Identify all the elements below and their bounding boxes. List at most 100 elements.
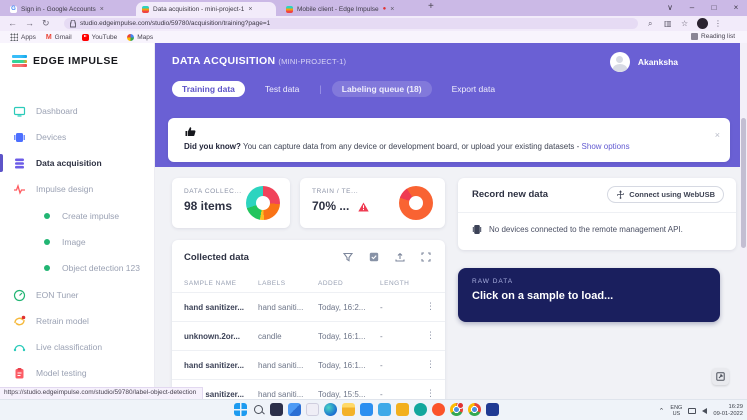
bookmark-apps[interactable]: Apps — [10, 33, 36, 41]
sidebar-item-dashboard[interactable]: Dashboard — [0, 101, 155, 121]
browser-tab-mobile-client[interactable]: Mobile client - Edge Impulse ● × — [280, 2, 420, 16]
table-row[interactable]: unknown.2or... candle Today, 16:1... - ⋮ — [172, 321, 445, 350]
refresh-icon[interactable]: ↻ — [42, 16, 50, 31]
page-title-text: DATA ACQUISITION — [172, 55, 275, 67]
window-minimize-icon[interactable]: – — [681, 0, 703, 15]
taskbar-store-icon[interactable] — [360, 403, 373, 416]
tab-close-icon[interactable]: × — [248, 6, 252, 13]
tab-labeling-queue[interactable]: Labeling queue (18) — [332, 81, 432, 97]
page-scrollbar[interactable] — [740, 43, 747, 399]
scrollbar-thumb[interactable] — [741, 118, 746, 248]
taskbar-mail-icon[interactable] — [378, 403, 391, 416]
record-new-data-title: Record new data — [472, 189, 548, 200]
language-indicator[interactable]: ENG US — [670, 405, 682, 417]
sidebar-item-impulse-design[interactable]: Impulse design — [0, 179, 155, 199]
cell-added: Today, 16:2... — [318, 303, 365, 312]
taskbar-chrome-beta-icon[interactable] — [468, 403, 481, 416]
bookmark-maps[interactable]: Maps — [127, 34, 153, 41]
taskbar-security-icon[interactable] — [396, 403, 409, 416]
sidebar-item-image[interactable]: Image — [0, 232, 155, 252]
feedback-widget-button[interactable] — [712, 368, 729, 385]
filter-icon[interactable] — [343, 252, 353, 262]
thumbs-up-icon — [184, 125, 197, 138]
show-options-link[interactable]: Show options — [582, 142, 630, 151]
taskbar-app-light-icon[interactable] — [306, 403, 319, 416]
new-tab-button[interactable]: + — [428, 1, 434, 12]
back-icon[interactable]: ← — [8, 16, 17, 31]
row-menu-icon[interactable]: ⋮ — [426, 388, 435, 399]
sidebar-item-eon-tuner[interactable]: EON Tuner — [0, 285, 155, 305]
select-checkbox-icon[interactable] — [369, 252, 379, 262]
forward-icon[interactable]: → — [25, 16, 34, 31]
user-menu[interactable]: Akanksha — [610, 52, 678, 72]
url-bar[interactable]: studio.edgeimpulse.com/studio/59780/acqu… — [64, 18, 638, 29]
device-status-text: No devices connected to the remote manag… — [489, 225, 683, 234]
window-minimize-like-chevron-icon[interactable]: ∨ — [659, 0, 681, 15]
table-row[interactable]: hand sanitizer... hand saniti... Today, … — [172, 292, 445, 321]
row-menu-icon[interactable]: ⋮ — [426, 359, 435, 370]
browser-profile-avatar[interactable] — [697, 18, 708, 29]
tab-export-data[interactable]: Export data — [442, 81, 505, 97]
taskbar-file-explorer-icon[interactable] — [342, 403, 355, 416]
sidebar-item-label: Dashboard — [36, 106, 78, 116]
warning-icon[interactable] — [358, 202, 369, 212]
apps-grid-icon — [10, 33, 18, 41]
row-menu-icon[interactable]: ⋮ — [426, 330, 435, 341]
status-bar-link: https://studio.edgeimpulse.com/studio/59… — [0, 387, 203, 399]
sidebar-item-live-classification[interactable]: Live classification — [0, 337, 155, 357]
sidebar-item-model-testing[interactable]: Model testing — [0, 363, 155, 383]
browser-tab-data-acquisition[interactable]: Data acquisition - mini-project-1 × — [136, 2, 276, 16]
window-close-icon[interactable]: × — [725, 0, 747, 15]
dashboard-icon — [13, 105, 26, 118]
sidebar-item-object-detection[interactable]: Object detection 123 — [0, 258, 155, 278]
connect-webusb-button[interactable]: Connect using WebUSB — [607, 186, 724, 203]
sidebar-item-retrain-model[interactable]: Retrain model — [0, 311, 155, 331]
tab-test-data[interactable]: Test data — [255, 81, 310, 97]
bookmark-youtube[interactable]: YouTube — [82, 34, 118, 41]
taskbar-start-icon[interactable] — [234, 403, 247, 416]
edge-impulse-logo[interactable]: EDGE IMPULSE — [12, 55, 118, 67]
taskbar-brave-icon[interactable] — [432, 403, 445, 416]
browser-tab-google-signin[interactable]: G Sign in - Google Accounts × — [4, 2, 132, 16]
expand-icon[interactable] — [421, 252, 431, 262]
browser-menu-icon[interactable]: ⋮ — [714, 19, 722, 28]
tray-time: 16:29 — [728, 404, 743, 410]
bookmark-label: Maps — [137, 34, 153, 41]
tab-training-data[interactable]: Training data — [172, 81, 245, 97]
bookmark-star-icon[interactable]: ☆ — [681, 19, 688, 28]
taskbar-app-dark-icon[interactable] — [486, 403, 499, 416]
volume-icon[interactable] — [702, 408, 707, 414]
device-chip-icon — [472, 224, 482, 235]
tab-close-icon[interactable]: × — [390, 6, 394, 13]
taskbar-search-icon[interactable] — [252, 403, 265, 416]
taskbar-edge-icon[interactable] — [324, 403, 337, 416]
user-name: Akanksha — [638, 57, 678, 67]
sidebar-item-create-impulse[interactable]: Create impulse — [0, 206, 155, 226]
sidebar-item-devices[interactable]: Devices — [0, 127, 155, 147]
network-icon[interactable] — [688, 408, 696, 414]
taskbar-task-view-icon[interactable] — [270, 403, 283, 416]
table-row[interactable]: hand sanitizer... hand saniti... Today, … — [172, 350, 445, 379]
search-page-icon[interactable]: ⌕ — [648, 19, 652, 29]
column-header-added[interactable]: ADDED — [318, 280, 343, 287]
clock[interactable]: 16:29 09-01-2022 — [713, 404, 743, 418]
tray-chevron-icon[interactable]: ⌃ — [659, 407, 665, 415]
taskbar-widgets-icon[interactable] — [288, 403, 301, 416]
banner-close-icon[interactable]: × — [715, 130, 720, 140]
upload-icon[interactable] — [395, 252, 405, 262]
taskbar-chrome-icon[interactable] — [450, 403, 463, 416]
window-restore-icon[interactable]: □ — [703, 0, 725, 15]
page-title: DATA ACQUISITION(MINI-PROJECT-1) — [172, 55, 346, 67]
reading-list-add-icon[interactable]: ▥ — [664, 19, 672, 28]
reading-list-button[interactable]: Reading list — [691, 33, 735, 40]
row-menu-icon[interactable]: ⋮ — [426, 301, 435, 312]
column-header-labels[interactable]: LABELS — [258, 280, 286, 287]
taskbar-teams-icon[interactable] — [414, 403, 427, 416]
sidebar-item-data-acquisition[interactable]: Data acquisition — [0, 153, 155, 173]
banner-bold-text: Did you know? — [184, 142, 241, 151]
column-header-length[interactable]: LENGTH — [380, 280, 409, 287]
column-header-sample-name[interactable]: SAMPLE NAME — [184, 280, 236, 287]
bookmark-gmail[interactable]: M Gmail — [46, 34, 72, 41]
tab-close-icon[interactable]: × — [100, 6, 104, 13]
table-row[interactable]: hand sanitizer... hand saniti... Today, … — [172, 379, 445, 399]
